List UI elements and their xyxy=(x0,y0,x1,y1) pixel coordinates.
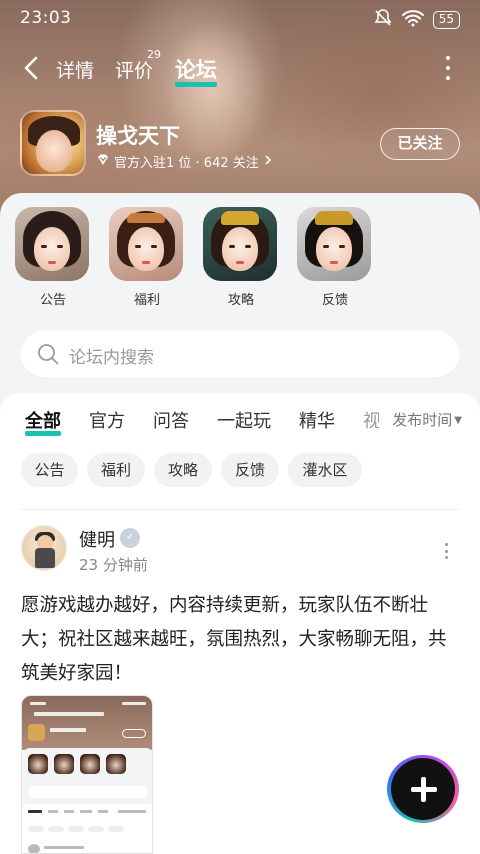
plus-icon xyxy=(391,758,455,820)
caret-down-icon: ▼ xyxy=(454,415,462,426)
status-time: 23:03 xyxy=(20,8,72,28)
post-more-icon[interactable] xyxy=(445,543,449,559)
category-label: 公告 xyxy=(39,293,66,308)
game-icon[interactable] xyxy=(20,110,86,176)
review-count: 29 xyxy=(147,48,162,61)
category-shortcuts: 公告 福利 攻略 反馈 xyxy=(0,207,480,317)
sort-label: 发布时间 xyxy=(392,411,453,429)
back-icon[interactable] xyxy=(20,54,44,82)
follow-button[interactable]: 已关注 xyxy=(380,128,460,160)
game-meta-text: 官方入驻1 位 · 642 关注 xyxy=(114,156,259,171)
more-icon[interactable] xyxy=(446,56,452,80)
search-icon xyxy=(37,343,59,365)
category-welfare[interactable]: 福利 xyxy=(109,207,185,308)
game-info: 操戈天下 官方入驻1 位 · 642 关注 已关注 xyxy=(20,110,460,180)
game-meta[interactable]: 官方入驻1 位 · 642 关注 xyxy=(96,152,273,171)
level-badge-icon: ✓ xyxy=(120,528,140,548)
chip-guide[interactable]: 攻略 xyxy=(154,453,212,487)
chevron-right-icon xyxy=(263,154,273,170)
status-bar: 23:03 55 xyxy=(0,0,480,36)
category-feedback[interactable]: 反馈 xyxy=(297,207,373,308)
search-placeholder: 论坛内搜索 xyxy=(69,348,154,368)
category-label: 反馈 xyxy=(321,293,348,308)
post-time: 23 分钟前 xyxy=(79,556,148,574)
tab-details[interactable]: 详情 xyxy=(56,56,94,83)
filter-tab-featured[interactable]: 精华 xyxy=(299,407,335,433)
filter-tab-all[interactable]: 全部 xyxy=(25,407,61,436)
category-avatar xyxy=(15,207,89,281)
filter-tabs: 全部 官方 问答 一起玩 精华 视 发布时间 ▼ xyxy=(0,407,480,439)
tab-reviews-label: 评价 xyxy=(115,60,154,82)
category-label: 攻略 xyxy=(227,293,254,308)
divider xyxy=(21,509,459,510)
category-label: 福利 xyxy=(133,293,160,308)
chip-chat[interactable]: 灌水区 xyxy=(288,453,362,487)
category-avatar xyxy=(203,207,277,281)
game-name: 操戈天下 xyxy=(96,124,180,148)
category-guide[interactable]: 攻略 xyxy=(203,207,279,308)
sort-dropdown[interactable]: 发布时间 ▼ xyxy=(386,409,462,430)
post-content: 愿游戏越办越好，内容持续更新，玩家队伍不断壮大；祝社区越来越旺，氛围热烈，大家畅… xyxy=(21,595,447,684)
chip-welfare[interactable]: 福利 xyxy=(87,453,145,487)
post-image[interactable] xyxy=(21,695,153,854)
battery-icon: 55 xyxy=(432,11,460,29)
tab-forum[interactable]: 论坛 xyxy=(175,54,217,87)
filter-tab-video[interactable]: 视 xyxy=(363,407,379,433)
forum-sheet: 公告 福利 攻略 反馈 论坛内搜索 全部 官方 问答 一起玩 精华 视 发布时间… xyxy=(0,193,480,854)
mute-icon xyxy=(373,8,393,32)
top-nav: 详情 评价 29 论坛 xyxy=(0,46,480,90)
create-post-button[interactable] xyxy=(387,755,459,823)
filter-tab-play-together[interactable]: 一起玩 xyxy=(217,407,271,433)
wifi-icon xyxy=(401,9,425,31)
category-avatar xyxy=(297,207,371,281)
category-announcement[interactable]: 公告 xyxy=(15,207,91,308)
chip-announcement[interactable]: 公告 xyxy=(21,453,78,487)
avatar[interactable] xyxy=(21,525,67,571)
filter-tab-qa[interactable]: 问答 xyxy=(153,407,189,433)
forum-search-input[interactable]: 论坛内搜索 xyxy=(21,331,459,377)
post-username[interactable]: 健明 xyxy=(79,526,115,552)
chip-feedback[interactable]: 反馈 xyxy=(221,453,279,487)
tab-reviews[interactable]: 评价 29 xyxy=(115,48,161,83)
verified-icon xyxy=(96,153,110,171)
category-avatar xyxy=(109,207,183,281)
filter-tab-official[interactable]: 官方 xyxy=(89,407,125,433)
